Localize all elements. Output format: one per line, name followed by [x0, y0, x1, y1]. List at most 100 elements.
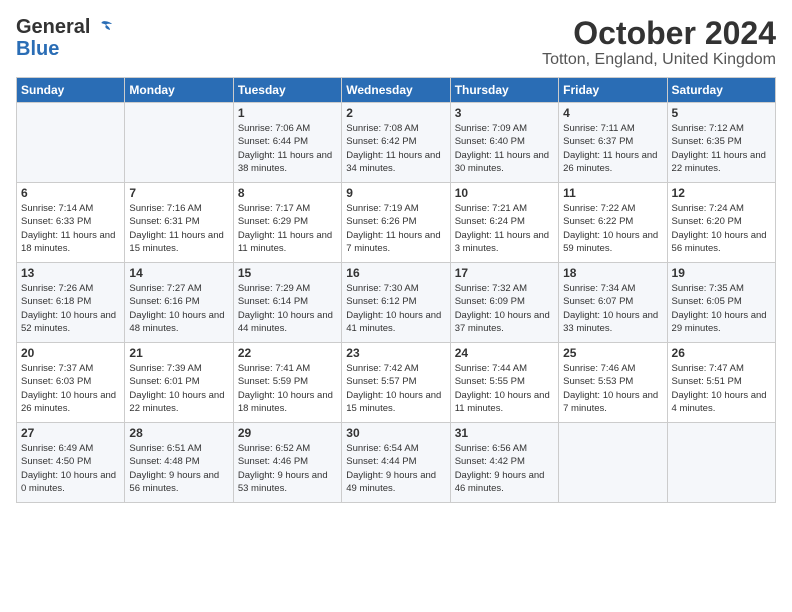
day-number: 23	[346, 346, 445, 360]
day-number: 13	[21, 266, 120, 280]
day-number: 22	[238, 346, 337, 360]
day-number: 18	[563, 266, 662, 280]
title-block: October 2024 Totton, England, United Kin…	[542, 16, 776, 69]
calendar-cell: 21 Sunrise: 7:39 AM Sunset: 6:01 PM Dayli…	[125, 343, 233, 423]
cell-sun-info: Sunrise: 7:35 AM Sunset: 6:05 PM Dayligh…	[672, 282, 771, 335]
day-number: 4	[563, 106, 662, 120]
day-number: 8	[238, 186, 337, 200]
cell-sun-info: Sunrise: 7:17 AM Sunset: 6:29 PM Dayligh…	[238, 202, 337, 255]
calendar-week-row: 27 Sunrise: 6:49 AM Sunset: 4:50 PM Dayli…	[17, 423, 776, 503]
day-number: 2	[346, 106, 445, 120]
day-number: 26	[672, 346, 771, 360]
calendar-cell: 25 Sunrise: 7:46 AM Sunset: 5:53 PM Dayli…	[559, 343, 667, 423]
logo: General Blue	[16, 16, 112, 59]
day-number: 9	[346, 186, 445, 200]
calendar-cell: 24 Sunrise: 7:44 AM Sunset: 5:55 PM Dayli…	[450, 343, 558, 423]
weekday-header-row: SundayMondayTuesdayWednesdayThursdayFrid…	[17, 78, 776, 103]
cell-sun-info: Sunrise: 7:26 AM Sunset: 6:18 PM Dayligh…	[21, 282, 120, 335]
day-number: 24	[455, 346, 554, 360]
calendar-cell: 3Sunrise: 7:09 AM Sunset: 6:40 PM Daylig…	[450, 103, 558, 183]
page-header: General Blue October 2024 Totton, Englan…	[16, 16, 776, 69]
day-number: 28	[129, 426, 228, 440]
cell-sun-info: Sunrise: 7:47 AM Sunset: 5:51 PM Dayligh…	[672, 362, 771, 415]
calendar-cell: 2Sunrise: 7:08 AM Sunset: 6:42 PM Daylig…	[342, 103, 450, 183]
calendar-cell: 22 Sunrise: 7:41 AM Sunset: 5:59 PM Dayli…	[233, 343, 341, 423]
day-number: 31	[455, 426, 554, 440]
calendar-cell: 31 Sunrise: 6:56 AM Sunset: 4:42 PM Dayli…	[450, 423, 558, 503]
day-number: 12	[672, 186, 771, 200]
calendar-cell: 10 Sunrise: 7:21 AM Sunset: 6:24 PM Dayli…	[450, 183, 558, 263]
month-title: October 2024	[542, 16, 776, 51]
calendar-week-row: 1Sunrise: 7:06 AM Sunset: 6:44 PM Daylig…	[17, 103, 776, 183]
cell-sun-info: Sunrise: 6:49 AM Sunset: 4:50 PM Dayligh…	[21, 442, 120, 495]
calendar-cell: 4 Sunrise: 7:11 AM Sunset: 6:37 PM Daylig…	[559, 103, 667, 183]
cell-sun-info: Sunrise: 6:52 AM Sunset: 4:46 PM Dayligh…	[238, 442, 337, 495]
day-number: 27	[21, 426, 120, 440]
calendar-cell	[667, 423, 775, 503]
calendar-cell: 5 Sunrise: 7:12 AM Sunset: 6:35 PM Daylig…	[667, 103, 775, 183]
cell-sun-info: Sunrise: 7:24 AM Sunset: 6:20 PM Dayligh…	[672, 202, 771, 255]
calendar-week-row: 6Sunrise: 7:14 AM Sunset: 6:33 PM Daylig…	[17, 183, 776, 263]
calendar-week-row: 13 Sunrise: 7:26 AM Sunset: 6:18 PM Dayli…	[17, 263, 776, 343]
calendar-cell: 26 Sunrise: 7:47 AM Sunset: 5:51 PM Dayli…	[667, 343, 775, 423]
day-number: 20	[21, 346, 120, 360]
day-number: 3	[455, 106, 554, 120]
calendar-cell: 14Sunrise: 7:27 AM Sunset: 6:16 PM Dayli…	[125, 263, 233, 343]
calendar-table: SundayMondayTuesdayWednesdayThursdayFrid…	[16, 77, 776, 503]
location-text: Totton, England, United Kingdom	[542, 51, 776, 69]
calendar-cell: 8 Sunrise: 7:17 AM Sunset: 6:29 PM Daylig…	[233, 183, 341, 263]
calendar-cell: 27 Sunrise: 6:49 AM Sunset: 4:50 PM Dayli…	[17, 423, 125, 503]
weekday-header-sunday: Sunday	[17, 78, 125, 103]
day-number: 21	[129, 346, 228, 360]
day-number: 29	[238, 426, 337, 440]
cell-sun-info: Sunrise: 7:22 AM Sunset: 6:22 PM Dayligh…	[563, 202, 662, 255]
cell-sun-info: Sunrise: 7:21 AM Sunset: 6:24 PM Dayligh…	[455, 202, 554, 255]
day-number: 11	[563, 186, 662, 200]
cell-sun-info: Sunrise: 7:30 AM Sunset: 6:12 PM Dayligh…	[346, 282, 445, 335]
cell-sun-info: Sunrise: 7:34 AM Sunset: 6:07 PM Dayligh…	[563, 282, 662, 335]
cell-sun-info: Sunrise: 7:14 AM Sunset: 6:33 PM Dayligh…	[21, 202, 120, 255]
day-number: 25	[563, 346, 662, 360]
day-number: 5	[672, 106, 771, 120]
cell-sun-info: Sunrise: 7:12 AM Sunset: 6:35 PM Dayligh…	[672, 122, 771, 175]
calendar-cell: 6Sunrise: 7:14 AM Sunset: 6:33 PM Daylig…	[17, 183, 125, 263]
weekday-header-friday: Friday	[559, 78, 667, 103]
calendar-week-row: 20 Sunrise: 7:37 AM Sunset: 6:03 PM Dayli…	[17, 343, 776, 423]
weekday-header-wednesday: Wednesday	[342, 78, 450, 103]
weekday-header-saturday: Saturday	[667, 78, 775, 103]
cell-sun-info: Sunrise: 6:56 AM Sunset: 4:42 PM Dayligh…	[455, 442, 554, 495]
cell-sun-info: Sunrise: 7:39 AM Sunset: 6:01 PM Dayligh…	[129, 362, 228, 415]
calendar-cell: 15Sunrise: 7:29 AM Sunset: 6:14 PM Dayli…	[233, 263, 341, 343]
calendar-cell	[17, 103, 125, 183]
day-number: 16	[346, 266, 445, 280]
cell-sun-info: Sunrise: 7:42 AM Sunset: 5:57 PM Dayligh…	[346, 362, 445, 415]
cell-sun-info: Sunrise: 7:41 AM Sunset: 5:59 PM Dayligh…	[238, 362, 337, 415]
calendar-cell: 29 Sunrise: 6:52 AM Sunset: 4:46 PM Dayli…	[233, 423, 341, 503]
calendar-cell: 20 Sunrise: 7:37 AM Sunset: 6:03 PM Dayli…	[17, 343, 125, 423]
cell-sun-info: Sunrise: 7:46 AM Sunset: 5:53 PM Dayligh…	[563, 362, 662, 415]
calendar-cell: 17Sunrise: 7:32 AM Sunset: 6:09 PM Dayli…	[450, 263, 558, 343]
calendar-cell	[559, 423, 667, 503]
cell-sun-info: Sunrise: 7:19 AM Sunset: 6:26 PM Dayligh…	[346, 202, 445, 255]
calendar-cell: 9 Sunrise: 7:19 AM Sunset: 6:26 PM Daylig…	[342, 183, 450, 263]
calendar-cell: 13 Sunrise: 7:26 AM Sunset: 6:18 PM Dayli…	[17, 263, 125, 343]
weekday-header-tuesday: Tuesday	[233, 78, 341, 103]
cell-sun-info: Sunrise: 7:37 AM Sunset: 6:03 PM Dayligh…	[21, 362, 120, 415]
logo-blue-text: Blue	[16, 39, 59, 59]
cell-sun-info: Sunrise: 7:44 AM Sunset: 5:55 PM Dayligh…	[455, 362, 554, 415]
cell-sun-info: Sunrise: 7:11 AM Sunset: 6:37 PM Dayligh…	[563, 122, 662, 175]
calendar-cell: 7Sunrise: 7:16 AM Sunset: 6:31 PM Daylig…	[125, 183, 233, 263]
calendar-cell: 30Sunrise: 6:54 AM Sunset: 4:44 PM Dayli…	[342, 423, 450, 503]
calendar-cell: 12 Sunrise: 7:24 AM Sunset: 6:20 PM Dayli…	[667, 183, 775, 263]
calendar-cell: 11 Sunrise: 7:22 AM Sunset: 6:22 PM Dayli…	[559, 183, 667, 263]
day-number: 10	[455, 186, 554, 200]
day-number: 1	[238, 106, 337, 120]
calendar-cell: 23 Sunrise: 7:42 AM Sunset: 5:57 PM Dayli…	[342, 343, 450, 423]
day-number: 15	[238, 266, 337, 280]
cell-sun-info: Sunrise: 7:27 AM Sunset: 6:16 PM Dayligh…	[129, 282, 228, 335]
logo-bird-icon	[92, 20, 112, 36]
weekday-header-monday: Monday	[125, 78, 233, 103]
weekday-header-thursday: Thursday	[450, 78, 558, 103]
calendar-cell: 28Sunrise: 6:51 AM Sunset: 4:48 PM Dayli…	[125, 423, 233, 503]
day-number: 17	[455, 266, 554, 280]
